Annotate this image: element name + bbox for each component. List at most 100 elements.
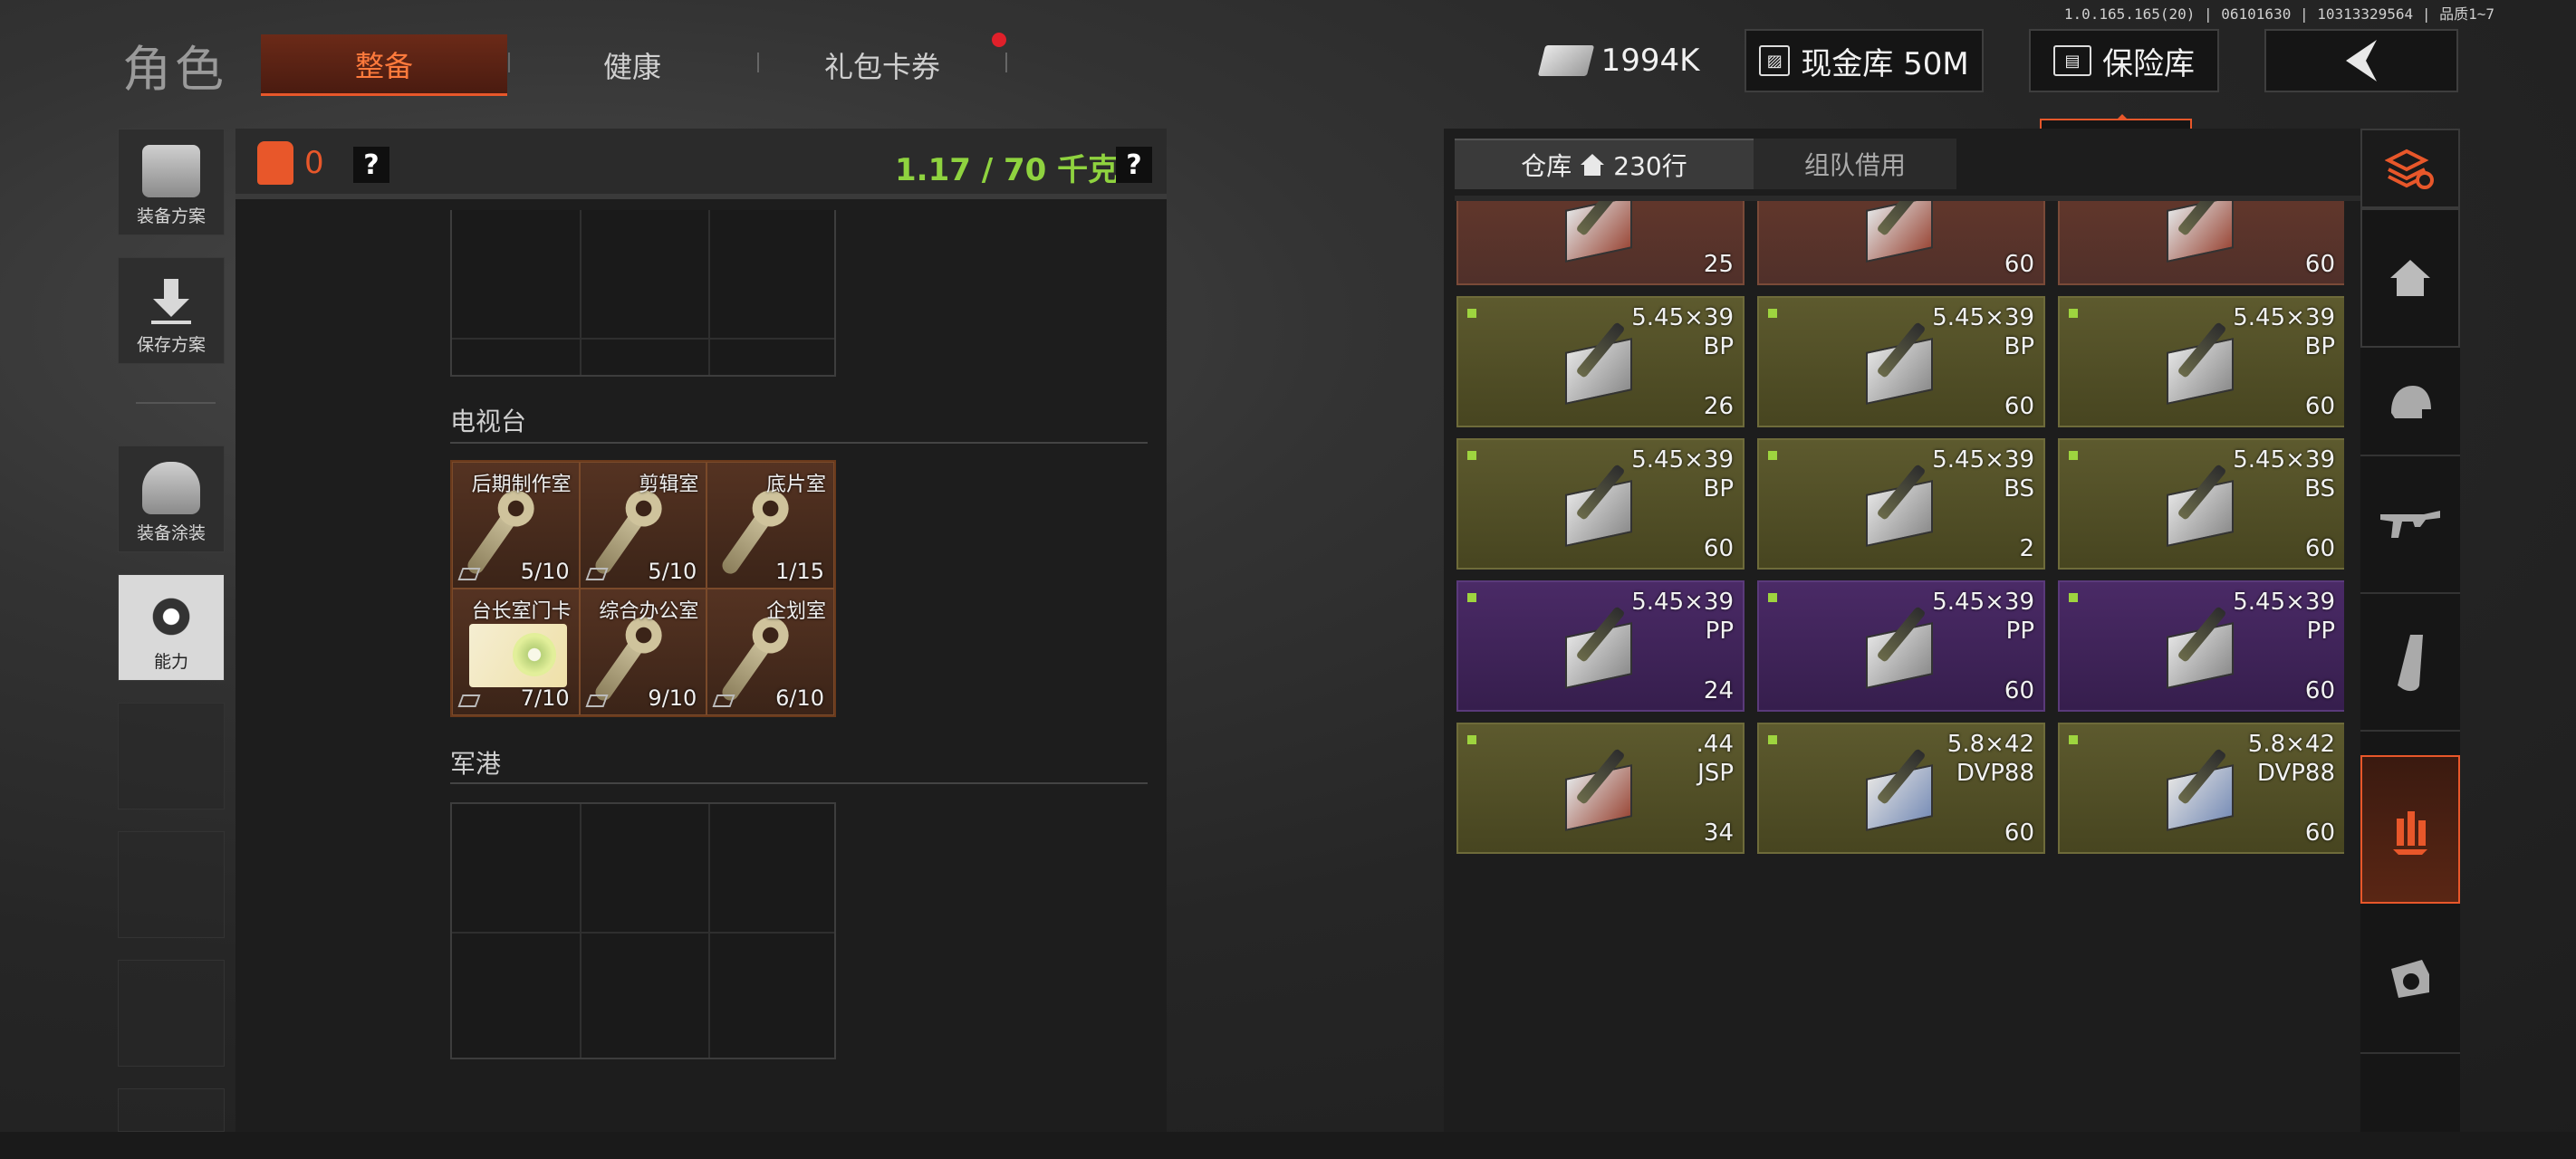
item-name: 5.45×39 BP [1631,445,1734,503]
container-grid[interactable] [450,210,836,377]
storage-item[interactable]: 5.8×42 DVP88 60 [1757,723,2045,854]
item-name: 5.45×39 BS [2233,445,2335,503]
version-label: 1.0.165.165(20) | 06101630 | 10313329564… [2063,5,2494,23]
key-item[interactable]: 后期制作室 5/10 [452,462,580,589]
item-caliber: 5.8×42 [2247,731,2335,758]
new-item-marker [1768,735,1777,744]
storage-item[interactable]: 5.45×39 BS 60 [2058,438,2344,570]
item-caliber: 5.45×39 [1932,589,2034,616]
ability-button[interactable]: 能力 [118,574,225,681]
item-name: 5.45×39 PP [2233,588,2335,646]
save-plan-button[interactable]: 保存方案 [118,257,225,364]
tab-loadout[interactable]: 整备 [261,34,507,96]
no-trade-icon [585,568,609,580]
storage-item[interactable]: 5.45×39 BP 26 [1456,296,1745,427]
category-magazine[interactable] [2360,596,2460,732]
key-name: 综合办公室 [599,600,699,623]
new-item-marker [1768,309,1777,318]
item-caliber: 5.45×39 [2233,589,2335,616]
notification-dot [992,33,1006,47]
safe-vault-button[interactable]: ▤ 保险库 [2029,29,2219,92]
scope-icon [2391,960,2429,998]
ammo-box-icon [1866,622,1933,689]
storage-item[interactable]: M6160 [1757,201,2045,285]
category-all[interactable] [2360,129,2460,208]
cash-icon [1537,45,1594,76]
tab-warehouse[interactable]: 仓库 230行 [1455,139,1754,189]
ammo-box-icon [2167,201,2234,263]
item-name: 5.45×39 BP [1631,303,1734,361]
storage-item[interactable]: 5.45×39 BS 2 [1757,438,2045,570]
magazine-icon [2398,635,2423,692]
key-item[interactable]: 剪辑室 5/10 [579,462,707,589]
tab-gift-coupons[interactable]: 礼包卡券 [759,34,1005,96]
ammo-box-icon [1866,764,1933,831]
item-count: 24 [1703,677,1734,704]
category-rifle[interactable] [2360,458,2460,594]
save-plan-label: 保存方案 [136,335,206,355]
item-name: 5.8×42 DVP88 [1947,730,2034,788]
tab-health[interactable]: 健康 [509,34,755,96]
key-uses: 7/10 [520,685,570,711]
key-name: 后期制作室 [471,474,572,496]
storage-item[interactable]: 5.45×39 PP 60 [2058,580,2344,712]
empty-slot[interactable] [118,1088,225,1132]
item-name: .44 JSP [1697,730,1734,788]
item-type: JSP [1697,760,1734,787]
key-item[interactable]: 综合办公室 9/10 [579,589,707,715]
category-helmet[interactable] [2360,350,2460,456]
item-count: 60 [2304,535,2335,562]
item-caliber: 5.8×42 [1946,731,2034,758]
ammo-box-icon [1866,480,1933,547]
item-type: BP [2304,333,2335,360]
keycard-icon [469,624,567,687]
storage-item[interactable]: 5.45×39 PP 24 [1456,580,1745,712]
loadout-plan-button[interactable]: 装备方案 [118,129,225,235]
home-icon [2390,260,2430,296]
item-caliber: .44 [1696,731,1734,758]
section-divider [450,442,1148,444]
storage-item[interactable]: M6160 [2058,201,2344,285]
item-count: 2 [2019,535,2034,562]
ammo-box-icon [1565,480,1632,547]
key-item[interactable]: 台长室门卡 7/10 [452,589,580,715]
ability-icon [142,590,200,643]
ammo-box-icon [1565,764,1632,831]
container-grid[interactable] [450,802,836,1059]
empty-slot[interactable] [118,703,225,809]
no-trade-icon [585,694,609,707]
back-button[interactable] [2264,29,2458,92]
new-item-marker [1768,593,1777,602]
key-item[interactable]: 底片室 1/15 [706,462,834,589]
ammo-box-icon [2167,338,2234,405]
category-home[interactable] [2360,208,2460,348]
storage-item[interactable]: .44 JSP 34 [1456,723,1745,854]
page-title: 角色 [122,41,227,98]
category-scope[interactable] [2360,905,2460,1054]
empty-slot[interactable] [118,960,225,1067]
cash-vault-button[interactable]: ▨ 现金库 50M [1745,29,1984,92]
storage-item[interactable]: M6125 [1456,201,1745,285]
storage-item[interactable]: 5.8×42 DVP88 60 [2058,723,2344,854]
item-name: 5.45×39 BP [2233,303,2335,361]
storage-item[interactable]: 5.45×39 BP 60 [1757,296,2045,427]
key-item[interactable]: 企划室 6/10 [706,589,834,715]
armor-help-button[interactable]: ? [353,147,389,183]
item-name: 5.45×39 PP [1932,588,2034,646]
layers-refresh-icon [2385,148,2434,189]
category-ammo[interactable] [2360,755,2460,904]
section-title-naval-port: 军港 [450,749,502,779]
storage-item[interactable]: 5.45×39 BP 60 [1456,438,1745,570]
weight-help-button[interactable]: ? [1116,147,1152,183]
ammo-box-icon [1565,338,1632,405]
new-item-marker [2069,735,2078,744]
storage-item[interactable]: 5.45×39 PP 60 [1757,580,2045,712]
item-count: 60 [2004,677,2034,704]
tab-team-borrow[interactable]: 组队借用 [1754,139,1956,189]
item-name: 5.45×39 PP [1631,588,1734,646]
item-count: 34 [1703,819,1734,847]
empty-slot[interactable] [118,831,225,938]
ammo-box-icon [1866,338,1933,405]
skin-button[interactable]: 装备涂装 [118,445,225,552]
storage-item[interactable]: 5.45×39 BP 60 [2058,296,2344,427]
